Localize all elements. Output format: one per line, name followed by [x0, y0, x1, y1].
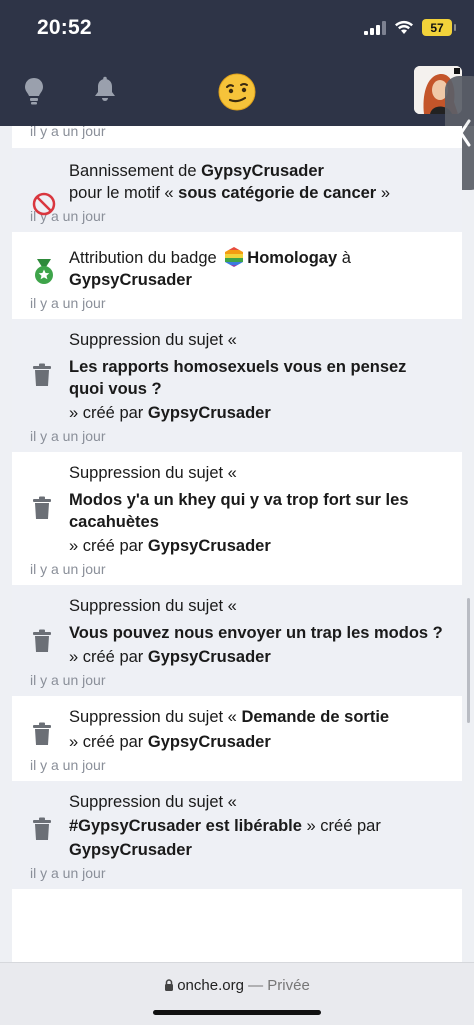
scrollbar[interactable] [467, 598, 470, 723]
username-link[interactable]: GypsyCrusader [69, 841, 192, 859]
timestamp: il y a un jour [30, 561, 106, 577]
topic-title: Demande de sortie [241, 708, 390, 726]
entry-text: » créé par [301, 817, 381, 835]
badge-name: Homologay [247, 249, 338, 267]
trash-icon [33, 817, 51, 840]
trash-icon [33, 629, 51, 652]
trash-icon [33, 722, 51, 745]
username-link[interactable]: GypsyCrusader [148, 537, 271, 555]
log-entry-topic-deletion: Suppression du sujet « Les rapports homo… [12, 319, 462, 452]
badge-medal-icon [35, 259, 53, 284]
battery-level: 57 [430, 20, 444, 35]
entry-text: » créé par [69, 733, 148, 751]
entry-text: à [337, 249, 351, 267]
timestamp: il y a un jour [30, 126, 106, 139]
topic-title: Vous pouvez nous envoyer un trap les mod… [69, 624, 443, 642]
status-time: 20:52 [37, 16, 92, 39]
username-link[interactable]: GypsyCrusader [148, 648, 271, 666]
log-entry-ban: Bannissement de GypsyCrusader pour le mo… [12, 148, 462, 232]
entry-text: » créé par [69, 648, 148, 666]
entry-text: Suppression du sujet « [69, 597, 237, 615]
url-domain: onche.org [177, 977, 244, 994]
battery-indicator: 57 [422, 19, 456, 36]
ban-reason: sous catégorie de cancer [178, 184, 377, 202]
entry-text: Attribution du badge [69, 249, 222, 267]
log-entry-topic-deletion: Suppression du sujet « Modos y'a un khey… [12, 452, 462, 585]
url-separator: — [243, 977, 268, 994]
home-indicator[interactable] [153, 1010, 321, 1015]
timestamp: il y a un jour [30, 208, 106, 224]
topic-title: Modos y'a un khey qui y va trop fort sur… [69, 491, 409, 531]
entry-text: » créé par [69, 537, 148, 555]
username-link[interactable]: GypsyCrusader [148, 733, 271, 751]
entry-text: Bannissement de [69, 162, 202, 180]
ban-icon [32, 192, 56, 216]
log-entry-topic-deletion: Suppression du sujet « Demande de sortie… [12, 696, 462, 781]
log-entry-topic-deletion: Suppression du sujet « Vous pouvez nous … [12, 585, 462, 696]
lightbulb-icon[interactable] [22, 76, 46, 106]
entry-text: » [376, 184, 390, 202]
trash-icon [33, 363, 51, 386]
signal-icon [364, 20, 386, 35]
app-header [0, 60, 474, 126]
trash-icon [33, 496, 51, 519]
timestamp: il y a un jour [30, 757, 106, 773]
entry-text: Suppression du sujet « [69, 793, 237, 811]
entry-text: Suppression du sujet « [69, 464, 237, 482]
status-icons: 57 [364, 19, 456, 36]
entry-text: pour le motif « [69, 184, 179, 202]
lock-icon [165, 979, 174, 991]
wifi-icon [395, 20, 413, 34]
username-link[interactable]: GypsyCrusader [201, 162, 324, 180]
log-entry-topic-deletion: Suppression du sujet « #GypsyCrusader es… [12, 781, 462, 889]
entry-text: Suppression du sujet « [69, 708, 242, 726]
username-link[interactable]: GypsyCrusader [69, 271, 192, 289]
smiley-logo-icon[interactable] [217, 72, 257, 112]
topic-title: Les rapports homosexuels vous en pensez … [69, 358, 407, 398]
timestamp: il y a un jour [30, 672, 106, 688]
entry-text: » créé par [69, 404, 148, 422]
private-label: Privée [267, 977, 310, 994]
username-link[interactable]: GypsyCrusader [148, 404, 271, 422]
timestamp: il y a un jour [30, 295, 106, 311]
timestamp: il y a un jour [30, 865, 106, 881]
entry-text: Suppression du sujet « [69, 331, 237, 349]
status-bar: 20:52 57 [0, 0, 474, 60]
bell-icon[interactable] [93, 76, 117, 104]
log-entry-badge: Attribution du badge Homologay à GypsyCr… [12, 232, 462, 319]
rainbow-badge-icon [225, 247, 244, 267]
timestamp: il y a un jour [30, 428, 106, 444]
moderation-log: il y a un jour Bannissement de GypsyCrus… [12, 126, 462, 962]
browser-url-bar[interactable]: onche.org — Privée [0, 962, 474, 1025]
topic-title: #GypsyCrusader est libérable [69, 817, 302, 835]
